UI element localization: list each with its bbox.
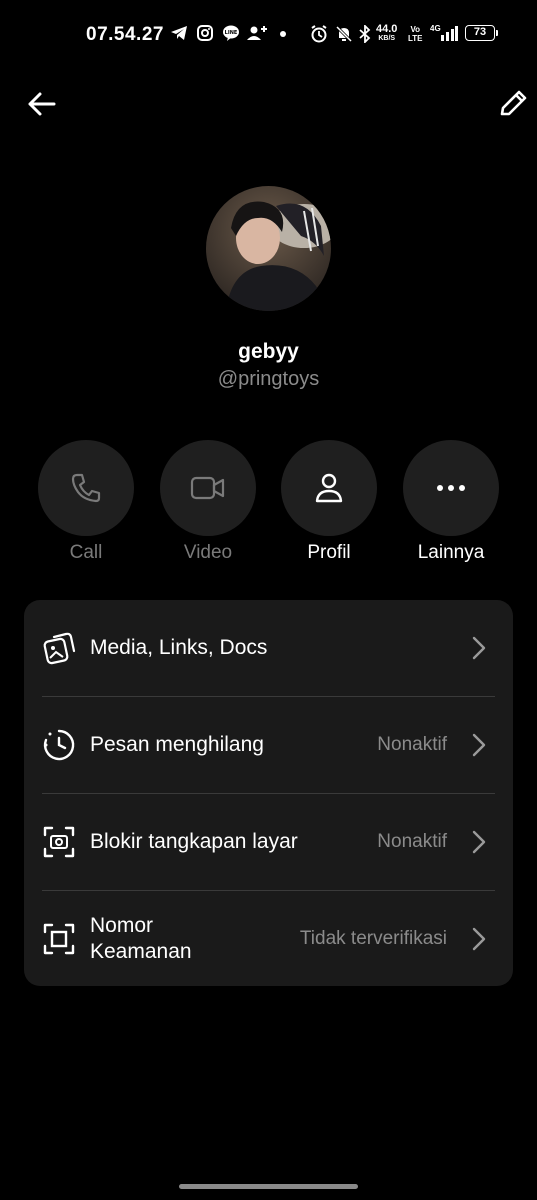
edit-button[interactable] <box>494 84 534 124</box>
row-label: Blokir tangkapan layar <box>90 830 298 853</box>
row-label: Media, Links, Docs <box>90 636 268 659</box>
telegram-icon <box>171 26 187 40</box>
status-bar: 07.54.27 LINE 44.0 KB/S Vo LTE 4G 73 <box>0 0 537 70</box>
signal-icon <box>441 26 458 41</box>
back-button[interactable] <box>22 84 62 124</box>
more-icon <box>437 485 465 491</box>
username: @pringtoys <box>217 368 320 390</box>
video-icon <box>190 476 225 500</box>
profile-button-circle[interactable] <box>281 440 377 536</box>
settings-card: Media, Links, Docs Pesan menghilang Nona… <box>24 600 513 986</box>
video-button[interactable]: Video <box>160 440 256 564</box>
call-button-circle[interactable] <box>38 440 134 536</box>
home-indicator[interactable] <box>179 1184 358 1189</box>
bell-muted-icon <box>335 25 353 43</box>
dot-icon <box>280 31 286 37</box>
profile-label: Profil <box>307 542 351 563</box>
row-value: Tidak terverifikasi <box>299 927 447 949</box>
chevron-right-icon <box>472 927 486 950</box>
row-value: Nonaktif <box>377 831 447 852</box>
security-frame-icon <box>43 923 75 954</box>
video-label: Video <box>183 542 233 563</box>
settings-row-block-screenshot[interactable]: Blokir tangkapan layar Nonaktif <box>24 794 513 890</box>
avatar-photo <box>206 186 331 311</box>
more-label: Lainnya <box>417 542 485 563</box>
row-value: Nonaktif <box>377 734 447 755</box>
network-speed: 44.0 KB/S <box>376 23 398 43</box>
screenshot-camera-icon <box>43 826 75 858</box>
profile-button[interactable]: Profil <box>281 440 377 564</box>
call-label: Call <box>69 542 103 563</box>
status-time: 07.54.27 <box>86 24 164 45</box>
bluetooth-icon <box>359 25 371 43</box>
pencil-icon <box>500 90 527 116</box>
more-button[interactable]: Lainnya <box>403 440 499 564</box>
add-person-icon <box>247 26 267 40</box>
chevron-right-icon <box>472 733 486 757</box>
battery-indicator: 73 <box>465 25 498 41</box>
alarm-icon <box>311 25 327 43</box>
line-icon: LINE <box>223 25 239 41</box>
media-icon <box>43 632 76 665</box>
row-label: Pesan menghilang <box>90 733 264 756</box>
call-button[interactable]: Call <box>38 440 134 564</box>
avatar[interactable] <box>206 186 331 311</box>
svg-text:LINE: LINE <box>225 30 238 36</box>
phone-icon <box>71 473 101 503</box>
more-button-circle[interactable] <box>403 440 499 536</box>
timer-icon <box>43 729 75 761</box>
row-label: Nomor Keamanan <box>90 913 192 963</box>
settings-row-security-number[interactable]: Nomor Keamanan Tidak terverifikasi <box>24 891 513 986</box>
person-icon <box>315 473 343 503</box>
video-button-circle[interactable] <box>160 440 256 536</box>
chevron-right-icon <box>472 636 486 660</box>
chevron-right-icon <box>472 830 486 854</box>
arrow-left-icon <box>28 92 56 116</box>
instagram-icon <box>197 25 213 41</box>
display-name: gebyy <box>238 340 299 363</box>
settings-row-media[interactable]: Media, Links, Docs <box>24 600 513 696</box>
settings-row-disappearing-messages[interactable]: Pesan menghilang Nonaktif <box>24 697 513 793</box>
volte-indicator: Vo LTE <box>408 25 423 43</box>
